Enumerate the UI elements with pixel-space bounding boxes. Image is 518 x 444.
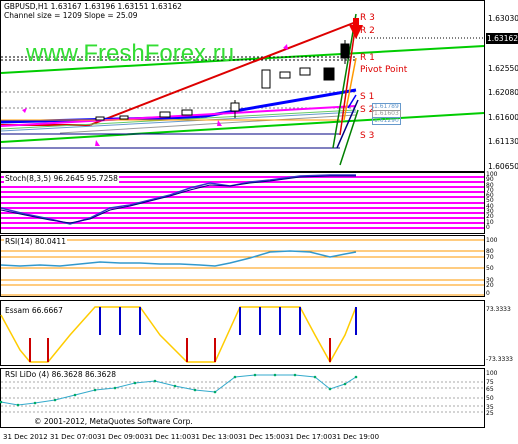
essam-label: Essam 66.6667	[4, 306, 64, 315]
pivot-s1-label: S 1	[360, 92, 375, 102]
lido-level: 25	[486, 410, 494, 417]
lido-level: 65	[486, 386, 494, 393]
pivot-r2-label: R 2	[360, 26, 375, 36]
essam-pane[interactable]: Essam 66.6667	[0, 300, 518, 366]
price-axis: 1.63030 1.62550 1.62080 1.61600 1.61130 …	[485, 0, 518, 172]
price-tick: 1.62080	[488, 88, 518, 97]
copyright: © 2001-2012, MetaQuotes Software Corp.	[34, 417, 193, 426]
rsi-level: 50	[486, 265, 494, 272]
rsi-lido-label: RSI LiDo (4) 86.3628 86.3628	[4, 370, 117, 379]
rsi-level: 20	[486, 282, 494, 289]
rsi-lido-axis: 100 75 65 50 35 25	[486, 368, 518, 428]
rsi-pane[interactable]: RSI(14) 80.0411	[0, 235, 518, 297]
price-chart-svg	[0, 0, 485, 172]
rsi-svg	[0, 235, 485, 297]
lido-level: 100	[486, 370, 498, 377]
time-tick: 31 Dec 19:00	[332, 433, 380, 441]
time-tick: 31 Dec 13:00	[191, 433, 239, 441]
rsi-label: RSI(14) 80.0411	[4, 237, 67, 246]
price-tick: 1.63030	[488, 14, 518, 23]
stoch-label: Stoch(8,3,5) 96.2645 95.7258	[4, 174, 119, 183]
price-tick: 1.60650	[488, 162, 518, 171]
stoch-axis: 100 90 80 70 60 50 40 30 20 10 0	[486, 171, 518, 234]
pivot-s3-label: S 3	[360, 131, 375, 141]
main-price-chart[interactable]: GBPUSD,H1 1.63167 1.63196 1.63151 1.6316…	[0, 0, 518, 172]
price-tick: 1.61130	[488, 137, 518, 146]
essam-level: -73.3333	[486, 356, 513, 363]
rsi-level: 100	[486, 237, 498, 244]
time-tick: 31 Dec 11:00	[144, 433, 192, 441]
essam-axis: 73.3333 -73.3333	[486, 300, 518, 366]
time-tick: 31 Dec 07:00	[50, 433, 98, 441]
symbol-header: GBPUSD,H1 1.63167 1.63196 1.63151 1.6316…	[4, 2, 182, 11]
lido-level: 75	[486, 379, 494, 386]
rsi-level: 70	[486, 254, 494, 261]
down-arrow-stem	[353, 18, 359, 27]
rsi-lido-pane[interactable]: RSI LiDo (4) 86.3628 86.3628 © 2001-2012…	[0, 368, 518, 428]
time-tick: 31 Dec 17:00	[285, 433, 333, 441]
pivot-r3-label: R 3	[360, 13, 375, 23]
rsi-axis: 100 80 70 50 30 20 0	[486, 235, 518, 297]
price-tick: 1.61600	[488, 113, 518, 122]
time-tick: 31 Dec 09:00	[97, 433, 145, 441]
pivot-r1-label: R 1	[360, 53, 375, 63]
watermark: www.FreshForex.ru	[26, 40, 235, 67]
fib-tag: 1.61290	[372, 117, 401, 125]
time-tick: 31 Dec 15:00	[238, 433, 286, 441]
time-axis: 31 Dec 2012 31 Dec 07:00 31 Dec 09:00 31…	[0, 428, 518, 444]
time-tick: 31 Dec 2012	[3, 433, 48, 441]
stochastic-pane[interactable]: Stoch(8,3,5) 96.2645 95.7258	[0, 172, 518, 234]
stoch-level: 0	[486, 223, 490, 231]
current-price-tag: 1.63162	[486, 33, 518, 44]
essam-level: 73.3333	[486, 306, 511, 313]
lido-level: 50	[486, 395, 494, 402]
essam-svg	[0, 300, 485, 366]
price-tick: 1.62550	[488, 64, 518, 73]
pivot-point-label: Pivot Point	[360, 65, 408, 75]
channel-info: Channel size = 1209 Slope = 25.09	[4, 11, 138, 20]
rsi-level: 0	[486, 290, 490, 297]
chart-frame	[0, 0, 485, 172]
